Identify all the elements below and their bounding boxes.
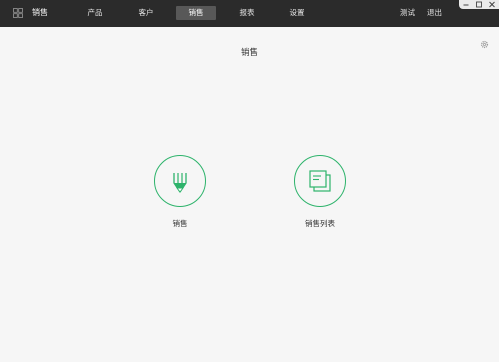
sales-list-tile-label: 销售列表 [305, 219, 335, 228]
window-controls [459, 0, 499, 9]
test-user-link[interactable]: 测试 [400, 6, 415, 20]
sales-tile-circle[interactable] [154, 155, 206, 207]
nav-item-reports[interactable]: 报表 [227, 6, 267, 20]
page-title: 销售 [240, 48, 258, 58]
minimize-icon[interactable] [461, 0, 471, 9]
top-bar: 销售 产品 客户 销售 报表 设置 测试 退出 [0, 0, 499, 27]
nav-item-products[interactable]: 产品 [75, 6, 115, 20]
pen-icon [173, 173, 187, 193]
sales-list-tile-circle[interactable] [294, 155, 346, 207]
close-icon[interactable] [487, 0, 497, 9]
sales-list-tile[interactable]: 销售列表 [290, 155, 350, 235]
nav-item-settings[interactable]: 设置 [277, 6, 317, 20]
gear-icon[interactable] [480, 40, 489, 49]
app-title: 销售 [32, 8, 48, 17]
nav-item-customers[interactable]: 客户 [126, 6, 166, 20]
sales-tile[interactable]: 销售 [150, 155, 210, 235]
maximize-icon[interactable] [474, 0, 484, 9]
list-icon [309, 170, 331, 192]
logout-link[interactable]: 退出 [427, 6, 442, 20]
sales-tile-label: 销售 [172, 219, 188, 228]
app-grid-icon [13, 8, 23, 18]
nav-item-sales[interactable]: 销售 [176, 6, 216, 20]
